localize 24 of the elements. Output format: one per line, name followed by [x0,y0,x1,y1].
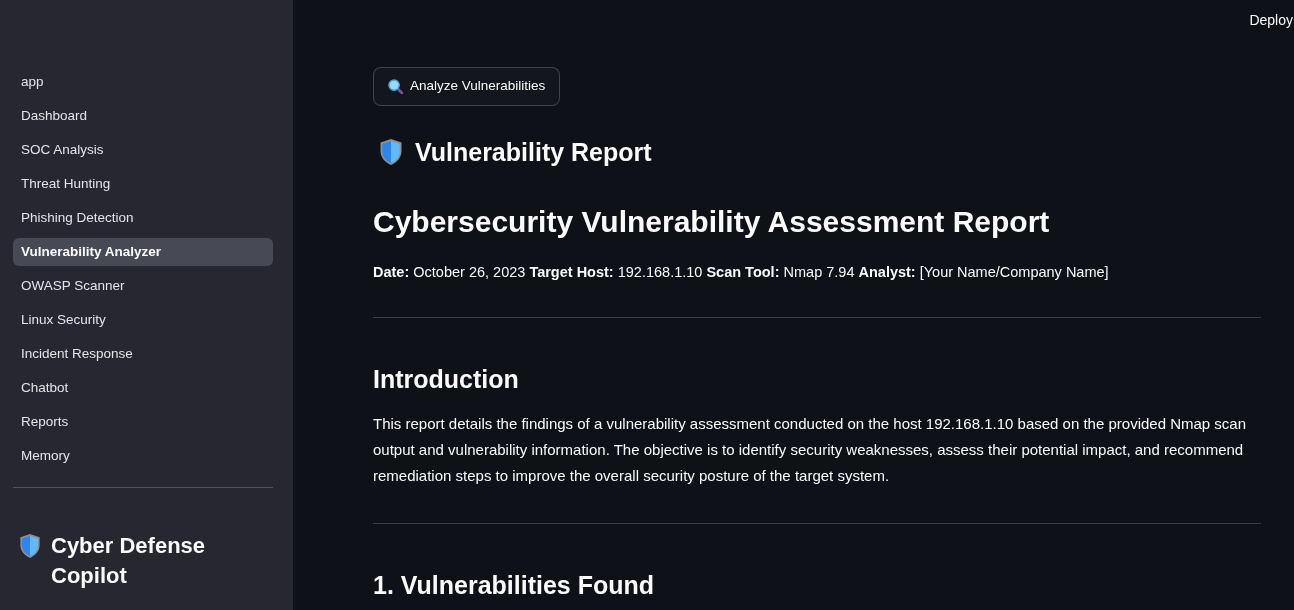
sidebar-nav-item[interactable]: app [13,68,273,96]
section-heading: Introduction [373,364,520,395]
sidebar-nav-item[interactable]: Memory [13,442,273,470]
section-paragraph: This report details the findings of a vulnerability assessment conducted on the host 192.168.1.10 based on the provided Nmap scan output and vulnerability information. The objective is to identify security weaknesses, assess their potential impact, and recommend remediation steps to improve the overall security posture of the target system. [373,414,1248,486]
shield-icon [379,138,403,166]
sidebar-nav-item[interactable]: Phishing Detection [13,204,273,232]
sidebar-nav-item[interactable]: Linux Security [13,306,273,334]
deploy-button[interactable]: Deploy [1249,10,1294,30]
sidebar-nav-item[interactable]: Reports [13,408,273,436]
analyze-vulnerabilities-button[interactable]: Analyze Vulnerabilities [373,67,561,106]
report-title: Cybersecurity Vulnerability Assessment Report [373,204,1051,240]
sidebar-nav-item[interactable]: Incident Response [13,340,273,368]
search-icon [388,79,403,94]
shield-icon [19,533,41,559]
sidebar-nav-item[interactable]: Chatbot [13,374,273,402]
app-title: Cyber Defense Copilot [51,532,207,590]
sidebar-nav-item[interactable]: Threat Hunting [13,170,273,198]
sidebar-nav-item[interactable]: Dashboard [13,102,273,130]
section-subheader: Vulnerability Report [415,137,652,168]
sidebar-nav-item[interactable]: Vulnerability Analyzer [13,238,273,266]
report-details-text: Date: October 26, 2023 Target Host: 192.168.1.10 Scan Tool: Nmap 7.94 Analyst: [Your Name/Company Name] [373,263,1110,282]
section-heading: 1. Vulnerabilities Found [373,570,656,601]
sidebar-nav-item[interactable]: OWASP Scanner [13,272,273,300]
sidebar-nav-item[interactable]: SOC Analysis [13,136,273,164]
